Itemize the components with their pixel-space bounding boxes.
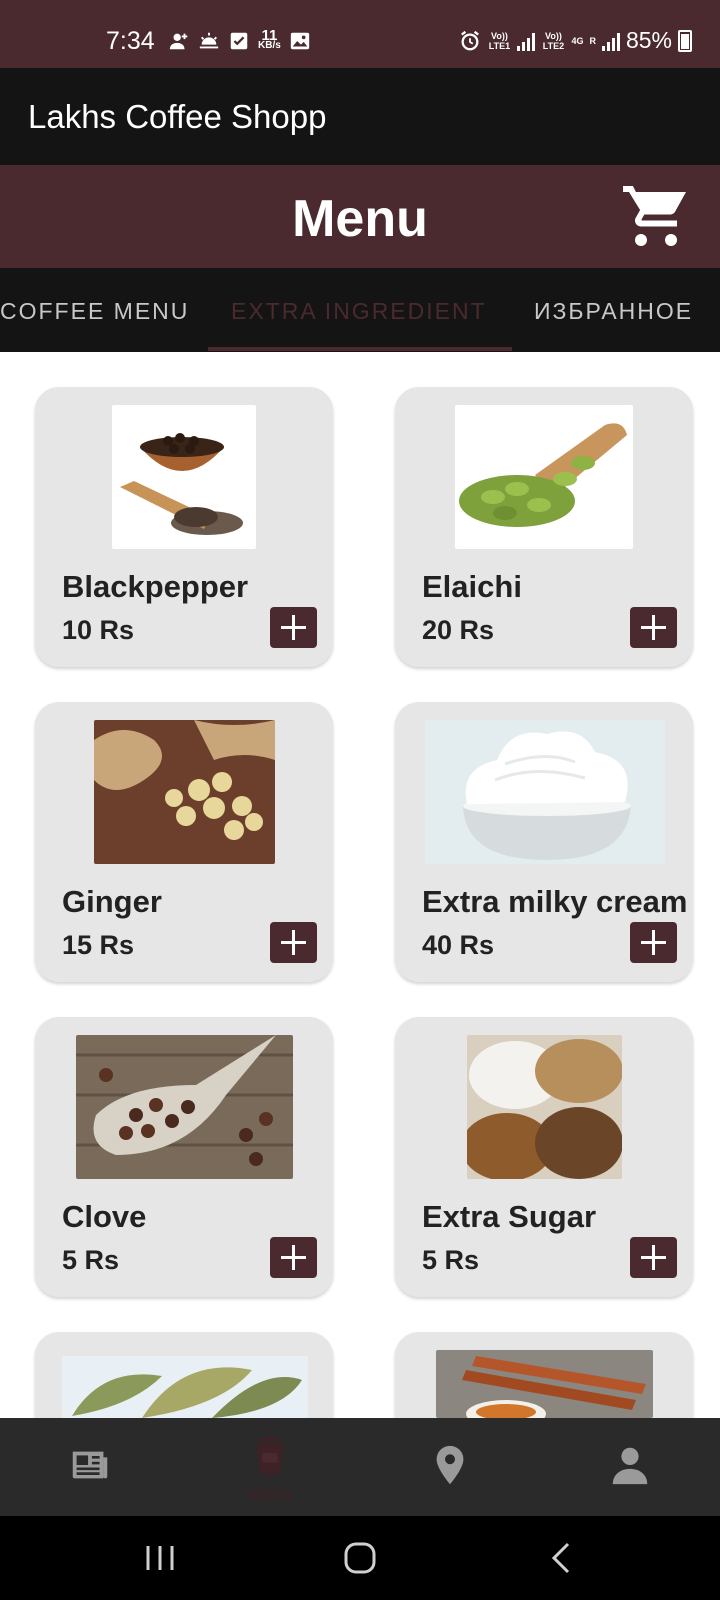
page-title: Menu	[292, 190, 428, 248]
sim2-label: Vo)) LTE2	[542, 30, 565, 51]
nav-news[interactable]	[0, 1418, 180, 1516]
ingredient-card[interactable]: Ginger 15 Rs	[35, 702, 333, 982]
checkbox-icon	[230, 32, 248, 50]
item-name: Extra milky cream	[422, 884, 688, 919]
back-icon[interactable]	[540, 1536, 584, 1580]
app-bar: Lakhs Coffee Shopp	[0, 68, 720, 165]
image-icon	[290, 32, 309, 50]
nav-profile[interactable]	[540, 1418, 720, 1516]
nav-location[interactable]	[360, 1418, 540, 1516]
nav-menu[interactable]: Menu	[180, 1418, 360, 1516]
battery-icon	[678, 29, 692, 52]
newspaper-icon	[72, 1451, 108, 1479]
battery-percent: 85%	[625, 27, 672, 53]
tab-extra-ingredient[interactable]: EXTRA INGREDIENT	[231, 298, 487, 325]
tab-coffee-menu[interactable]: COFFEE MENU	[0, 298, 189, 325]
item-price: 15 Rs	[62, 930, 135, 960]
roaming-indicator: R	[589, 35, 596, 46]
network-type: 4G	[571, 35, 584, 46]
sugar-image	[467, 1035, 622, 1179]
ingredient-card[interactable]: Extra milky cream 40 Rs	[395, 702, 693, 982]
elaichi-image	[455, 405, 633, 549]
item-price: 5 Rs	[422, 1245, 480, 1275]
active-tab-indicator	[208, 347, 512, 351]
tab-bar: COFFEE MENU EXTRA INGREDIENT ИЗБРАННОЕ	[0, 268, 720, 352]
item-name: Ginger	[62, 884, 162, 919]
alarm-icon	[461, 30, 480, 50]
person-icon	[612, 1447, 648, 1485]
sim1-label: Vo)) LTE1	[488, 30, 511, 51]
notification-icons: 11 KB/s	[168, 27, 311, 52]
menu-header: Menu	[0, 165, 720, 268]
shopping-cart-icon[interactable]	[620, 180, 692, 252]
signal-icon	[517, 31, 536, 51]
bay-leaf-image	[62, 1356, 308, 1418]
add-button[interactable]	[270, 1237, 317, 1278]
ingredient-card[interactable]: Elaichi 20 Rs	[395, 387, 693, 667]
ingredient-card[interactable]: Blackpepper 10 Rs	[35, 387, 333, 667]
weather-icon	[199, 32, 219, 49]
ginger-image	[94, 720, 275, 864]
add-button[interactable]	[270, 922, 317, 963]
ingredient-card[interactable]: Extra Sugar 5 Rs	[395, 1017, 693, 1297]
status-bar: 7:34 11 KB/s Vo)) LTE1 Vo)) LTE2 4G R 85%	[0, 0, 720, 68]
signal-icon-2	[601, 31, 620, 51]
ingredient-card[interactable]	[35, 1332, 333, 1418]
cream-image	[425, 720, 665, 864]
bottom-navigation: Menu	[0, 1418, 720, 1516]
item-price: 40 Rs	[422, 930, 495, 960]
location-pin-icon	[436, 1445, 464, 1485]
coffee-cup-icon	[256, 1437, 284, 1475]
item-name: Extra Sugar	[422, 1199, 597, 1234]
add-button[interactable]	[630, 1237, 677, 1278]
net-speed: 11 KB/s	[258, 27, 281, 51]
system-indicators: Vo)) LTE1 Vo)) LTE2 4G R 85%	[459, 27, 692, 54]
system-navigation-bar	[0, 1516, 720, 1600]
app-title: Lakhs Coffee Shopp	[28, 98, 327, 135]
item-name: Blackpepper	[62, 569, 249, 604]
add-button[interactable]	[630, 922, 677, 963]
ingredient-card[interactable]	[395, 1332, 693, 1418]
status-time: 7:34	[106, 27, 155, 55]
add-button[interactable]	[270, 607, 317, 648]
item-price: 5 Rs	[62, 1245, 120, 1275]
ingredient-card[interactable]: Clove 5 Rs	[35, 1017, 333, 1297]
tab-favorites[interactable]: ИЗБРАННОЕ	[534, 298, 693, 325]
recents-icon[interactable]	[138, 1536, 182, 1580]
cinnamon-image	[436, 1350, 653, 1418]
item-name: Elaichi	[422, 569, 522, 604]
blackpepper-image	[112, 405, 256, 549]
home-icon[interactable]	[338, 1536, 382, 1580]
item-price: 10 Rs	[62, 615, 135, 645]
nav-label: Menu	[247, 1484, 293, 1504]
add-button[interactable]	[630, 607, 677, 648]
person-add-icon	[169, 33, 188, 50]
ingredient-grid: Blackpepper 10 Rs Elaichi 20 Rs Ginger 1…	[0, 352, 720, 1418]
item-name: Clove	[62, 1199, 147, 1234]
clove-image	[76, 1035, 293, 1179]
item-price: 20 Rs	[422, 615, 495, 645]
